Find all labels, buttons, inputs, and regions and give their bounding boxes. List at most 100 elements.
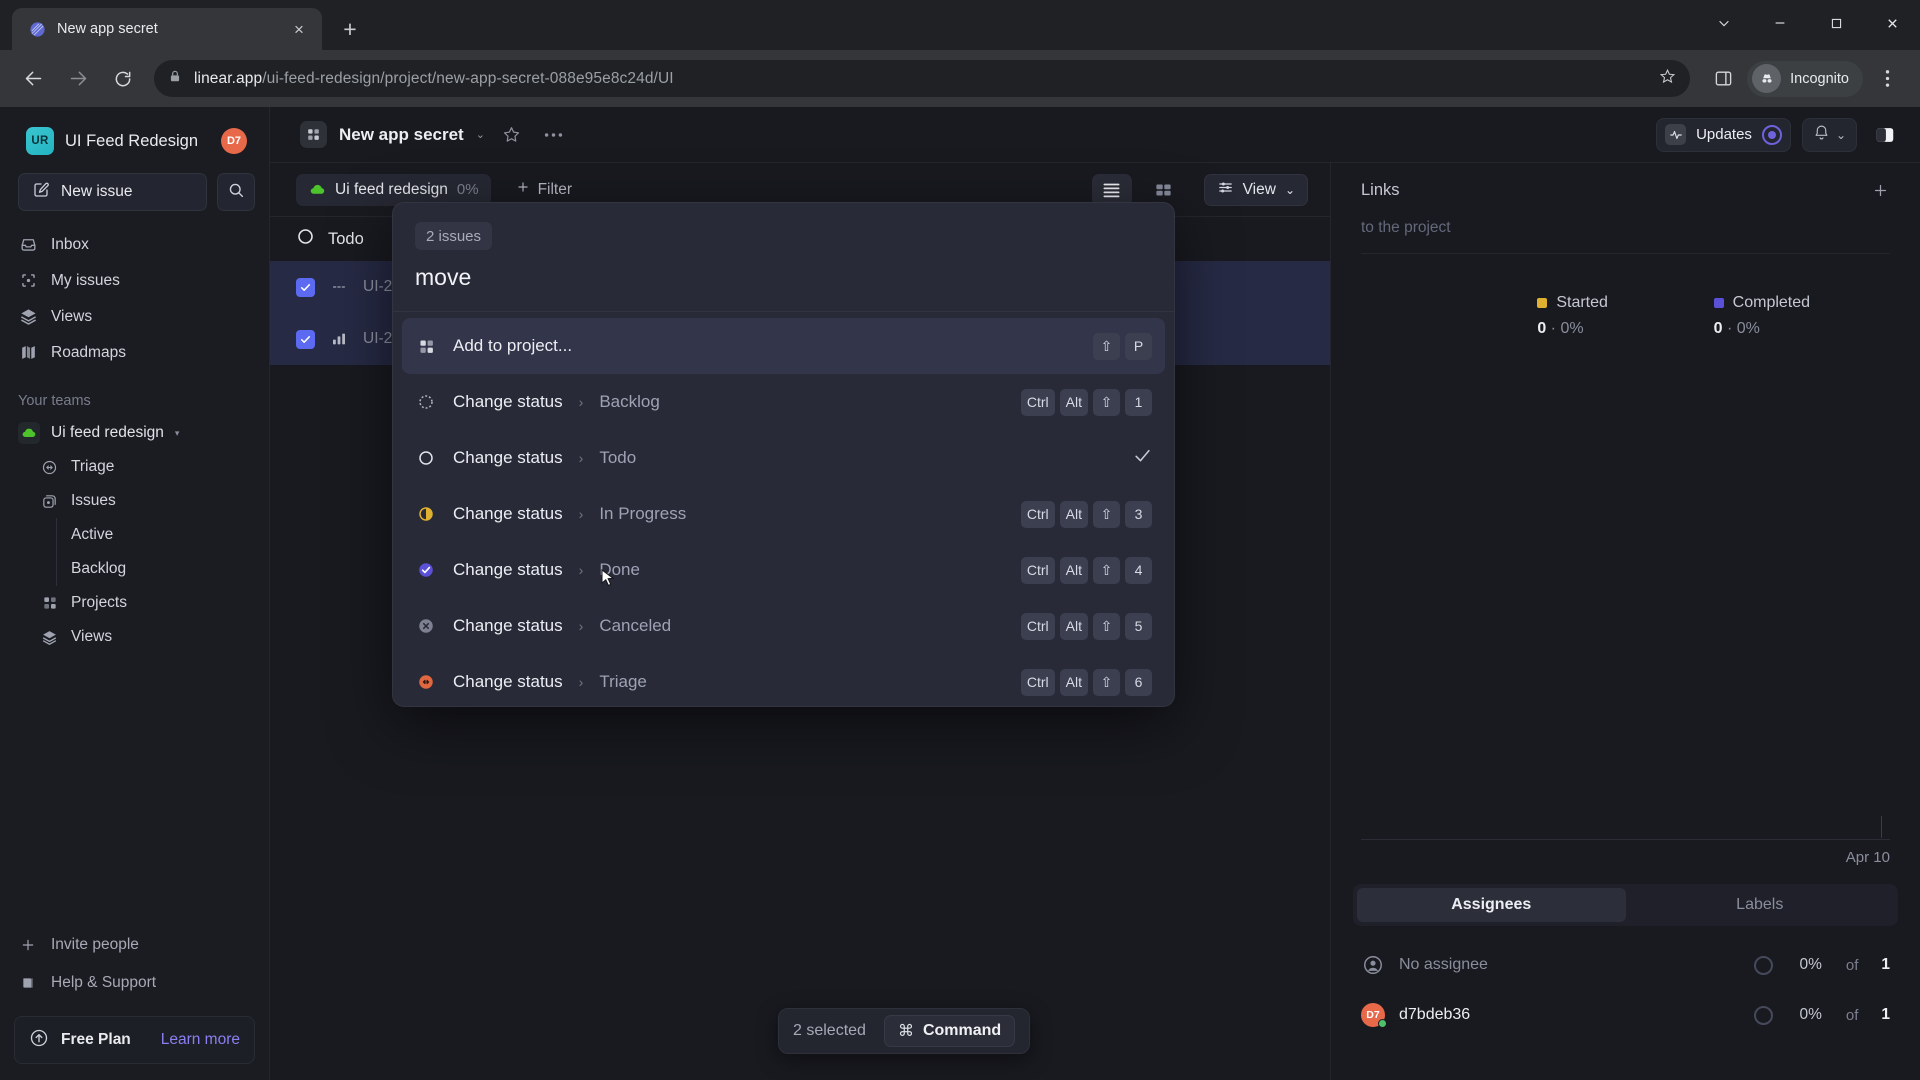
todo-circle-icon xyxy=(415,449,437,467)
board-view-icon[interactable] xyxy=(1144,174,1184,206)
header-right-actions: Updates ⌄ xyxy=(1656,117,1902,152)
command-palette[interactable]: 2 issues move Add to project... ⇧ P Chan… xyxy=(392,202,1175,707)
menu-item-change-status-triage[interactable]: Change status › Triage Ctrl Alt ⇧ 6 xyxy=(402,654,1165,706)
project-grid-icon xyxy=(300,121,327,148)
chevron-down-icon[interactable]: ▾ xyxy=(175,428,180,439)
palette-search-input[interactable]: move xyxy=(393,250,1174,311)
menu-item-change-status-backlog[interactable]: Change status › Backlog Ctrl Alt ⇧ 1 xyxy=(402,374,1165,430)
foot-item-label: Invite people xyxy=(51,936,139,953)
view-options-button[interactable]: View ⌄ xyxy=(1203,173,1308,206)
list-view-icon[interactable] xyxy=(1091,173,1132,206)
linear-logo-icon xyxy=(28,20,47,39)
checkmark-icon xyxy=(1133,446,1152,471)
sidebar-item-team-views[interactable]: Views xyxy=(8,620,261,654)
sidebar-item-issues[interactable]: Issues xyxy=(8,484,261,518)
list-item[interactable]: D7 d7bdeb36 0% of 1 xyxy=(1331,990,1920,1040)
palette-scope-chip: 2 issues xyxy=(415,222,493,250)
incognito-indicator[interactable]: Incognito xyxy=(1747,60,1863,97)
minimize-to-tray-icon[interactable] xyxy=(1696,0,1752,46)
chevron-down-icon[interactable]: ⌄ xyxy=(1836,128,1846,142)
menu-item-label: Change status xyxy=(453,616,563,635)
pencil-square-icon xyxy=(32,181,50,204)
avatar[interactable]: D7 xyxy=(221,128,247,154)
sidebar-item-active[interactable]: Active xyxy=(8,518,261,552)
priority-high-icon[interactable] xyxy=(329,331,349,347)
list-item[interactable]: No assignee 0% of 1 xyxy=(1331,940,1920,990)
invite-people-button[interactable]: Invite people xyxy=(8,928,261,962)
key-cap: Ctrl xyxy=(1020,500,1055,528)
menu-item-change-status-todo[interactable]: Change status › Todo xyxy=(402,430,1165,486)
page-title: New app secret xyxy=(339,124,464,144)
menu-item-label: Change status xyxy=(453,504,563,523)
key-cap: 5 xyxy=(1125,612,1152,640)
minimize-icon[interactable] xyxy=(1752,0,1808,46)
inbox-icon xyxy=(18,235,38,254)
plus-icon xyxy=(516,180,530,199)
assignee-percent: 0% xyxy=(1799,1006,1822,1023)
browser-tab[interactable]: New app secret × xyxy=(12,8,322,50)
right-panel-icon[interactable] xyxy=(1868,118,1902,152)
workspace-logo: UR xyxy=(26,127,54,155)
forward-arrow-icon[interactable] xyxy=(57,58,99,100)
side-panel-icon[interactable] xyxy=(1702,58,1744,100)
chevron-down-icon: ⌄ xyxy=(1284,182,1295,197)
close-window-icon[interactable] xyxy=(1864,0,1920,46)
command-button[interactable]: ⌘ Command xyxy=(883,1015,1016,1047)
filter-label: Filter xyxy=(537,180,573,198)
no-priority-icon[interactable] xyxy=(329,279,349,295)
reload-icon[interactable] xyxy=(102,58,144,100)
sidebar-item-triage[interactable]: Triage xyxy=(8,450,261,484)
filter-button[interactable]: Filter xyxy=(503,174,585,206)
sidebar-item-inbox[interactable]: Inbox xyxy=(8,227,261,262)
new-tab-button[interactable]: + xyxy=(332,11,368,47)
maximize-icon[interactable] xyxy=(1808,0,1864,46)
add-link-button[interactable] xyxy=(1866,176,1894,204)
menu-item-change-status-done[interactable]: Change status › Done Ctrl Alt ⇧ 4 xyxy=(402,542,1165,598)
three-dot-menu-icon[interactable] xyxy=(1866,58,1908,100)
stat-percent: 0% xyxy=(1560,320,1584,337)
row-checkbox[interactable] xyxy=(296,277,315,297)
progress-chart: Apr 10 xyxy=(1361,338,1890,884)
updates-label: Updates xyxy=(1696,126,1752,143)
address-bar[interactable]: linear.app/ui-feed-redesign/project/new-… xyxy=(154,60,1691,97)
window-controls xyxy=(1696,0,1920,46)
star-icon[interactable] xyxy=(1659,68,1676,90)
menu-item-value: Todo xyxy=(599,448,637,467)
tab-labels[interactable]: Labels xyxy=(1626,888,1895,922)
tab-assignees[interactable]: Assignees xyxy=(1357,888,1626,922)
sidebar-team-ui-feed-redesign[interactable]: Ui feed redesign ▾ xyxy=(8,416,261,450)
project-filter-chip[interactable]: Ui feed redesign 0% xyxy=(296,173,491,206)
ellipsis-icon[interactable] xyxy=(539,120,569,150)
star-icon[interactable] xyxy=(497,120,527,150)
plan-banner[interactable]: Free Plan Learn more xyxy=(14,1016,255,1064)
close-icon[interactable]: × xyxy=(286,16,312,42)
new-issue-button[interactable]: New issue xyxy=(18,173,207,211)
sidebar-item-backlog[interactable]: Backlog xyxy=(8,552,261,586)
indent-rail xyxy=(56,518,57,552)
issue-group-label: Todo xyxy=(328,229,364,248)
back-arrow-icon[interactable] xyxy=(12,58,54,100)
menu-item-add-to-project[interactable]: Add to project... ⇧ P xyxy=(402,318,1165,374)
key-cap: 3 xyxy=(1125,500,1152,528)
updates-button[interactable]: Updates xyxy=(1656,117,1791,152)
sidebar-item-my-issues[interactable]: My issues xyxy=(8,263,261,298)
layers-icon xyxy=(18,307,38,326)
plan-name: Free Plan xyxy=(61,1031,131,1048)
menu-item-change-status-canceled[interactable]: Change status › Canceled Ctrl Alt ⇧ 5 xyxy=(402,598,1165,654)
workspace-switcher[interactable]: UR UI Feed Redesign D7 xyxy=(8,121,261,161)
cloud-icon xyxy=(308,181,326,199)
sidebar-item-label: Triage xyxy=(71,458,115,475)
notifications-button[interactable]: ⌄ xyxy=(1801,117,1857,152)
sidebar-item-roadmaps[interactable]: Roadmaps xyxy=(8,335,261,370)
search-button[interactable] xyxy=(217,173,255,211)
row-checkbox[interactable] xyxy=(296,329,315,349)
sidebar-item-projects[interactable]: Projects xyxy=(8,586,261,620)
menu-item-change-status-in-progress[interactable]: Change status › In Progress Ctrl Alt ⇧ 3 xyxy=(402,486,1165,542)
sidebar-item-label: Backlog xyxy=(71,560,127,577)
chevron-down-icon[interactable]: ⌄ xyxy=(476,128,485,141)
help-support-button[interactable]: Help & Support xyxy=(8,966,261,1000)
learn-more-link[interactable]: Learn more xyxy=(161,1031,240,1049)
menu-item-value: Done xyxy=(599,560,640,579)
sidebar-item-views[interactable]: Views xyxy=(8,299,261,334)
palette-scope-row: 2 issues xyxy=(393,203,1174,250)
